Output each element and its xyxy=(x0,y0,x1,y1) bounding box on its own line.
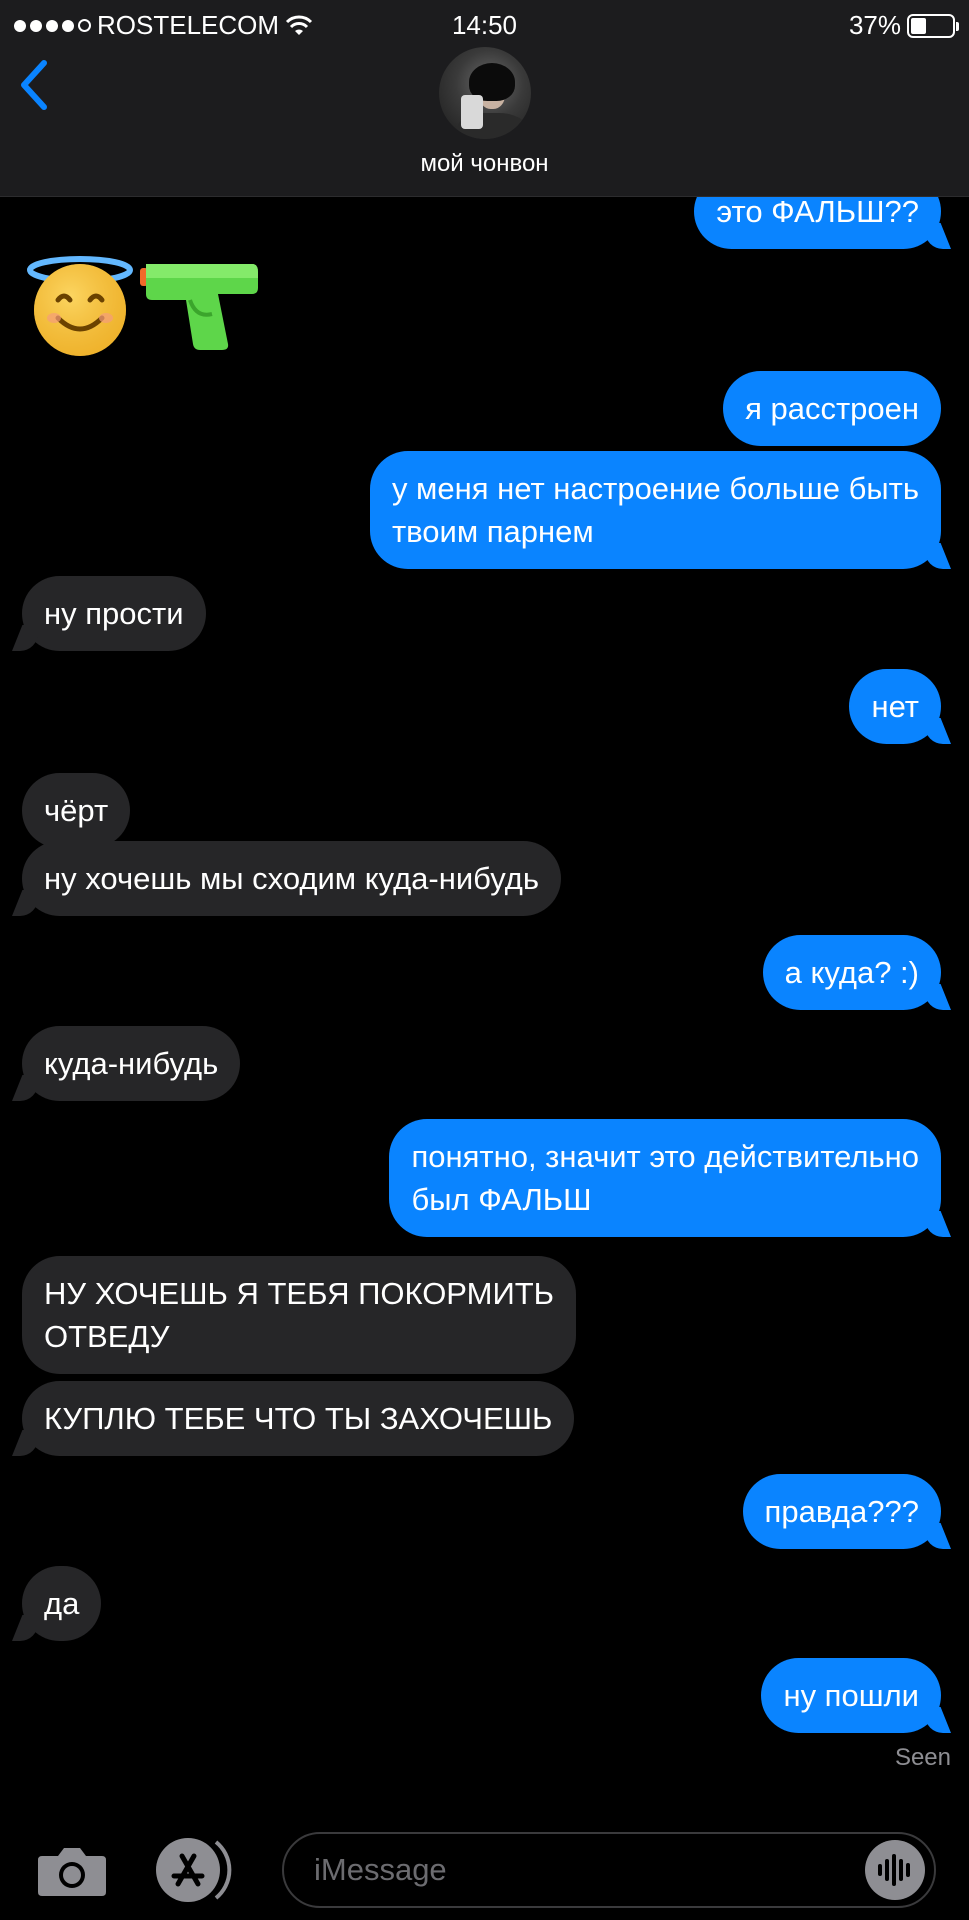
camera-icon[interactable] xyxy=(36,1844,108,1898)
smiling-face-with-halo-icon xyxy=(27,256,133,356)
battery-percent: 37% xyxy=(848,10,901,40)
battery-icon xyxy=(907,13,959,38)
message-bubble[interactable]: у меня нет настроение больше быть твоим … xyxy=(369,451,941,569)
water-pistol-icon xyxy=(140,264,258,350)
message-bubble[interactable]: куда-нибудь xyxy=(22,1026,241,1101)
message-bubble[interactable]: ну пошли xyxy=(761,1658,941,1733)
status-time: 14:50 xyxy=(451,10,518,40)
contact-name[interactable]: мой чонвон xyxy=(0,150,969,178)
message-emoji[interactable] xyxy=(22,248,262,358)
message-bubble[interactable]: я расстроен xyxy=(723,371,941,446)
conversation-header: ROSTELECOM 14:50 37% мой чонвон xyxy=(0,0,969,197)
message-list: это ФАЛЬШ?? я расстроен у меня нет настр… xyxy=(0,174,969,1816)
app-store-icon[interactable] xyxy=(156,1838,220,1902)
message-bubble[interactable]: НУ ХОЧЕШЬ Я ТЕБЯ ПОКОРМИТЬ ОТВЕДУ xyxy=(22,1256,577,1374)
message-bubble[interactable]: ну прости xyxy=(22,576,206,651)
message-bubble[interactable]: чёрт xyxy=(22,773,131,848)
contact-avatar[interactable] xyxy=(439,47,531,139)
imessage-input[interactable]: iMessage xyxy=(282,1832,936,1908)
message-bubble[interactable]: КУПЛЮ ТЕБЕ ЧТО ТЫ ЗАХОЧЕШЬ xyxy=(22,1381,575,1456)
back-chevron-icon[interactable] xyxy=(14,55,54,115)
message-bubble[interactable]: понятно, значит это действительно был ФА… xyxy=(389,1119,941,1237)
battery-fill xyxy=(911,17,926,34)
message-bubble[interactable]: а куда? :) xyxy=(762,935,941,1010)
message-bubble[interactable]: ну хочешь мы сходим куда-нибудь xyxy=(22,841,561,916)
status-battery: 37% xyxy=(848,10,959,41)
message-bubble[interactable]: правда??? xyxy=(742,1474,941,1549)
audio-waveform-icon[interactable] xyxy=(865,1840,925,1900)
message-bubble[interactable]: да xyxy=(22,1566,102,1641)
message-bubble[interactable]: нет xyxy=(849,669,941,744)
compose-bar: iMessage xyxy=(0,1816,969,1920)
read-receipt: Seen xyxy=(894,1744,951,1771)
imessage-screen: ROSTELECOM 14:50 37% мой чонвон это ФАЛЬ… xyxy=(0,0,969,1920)
